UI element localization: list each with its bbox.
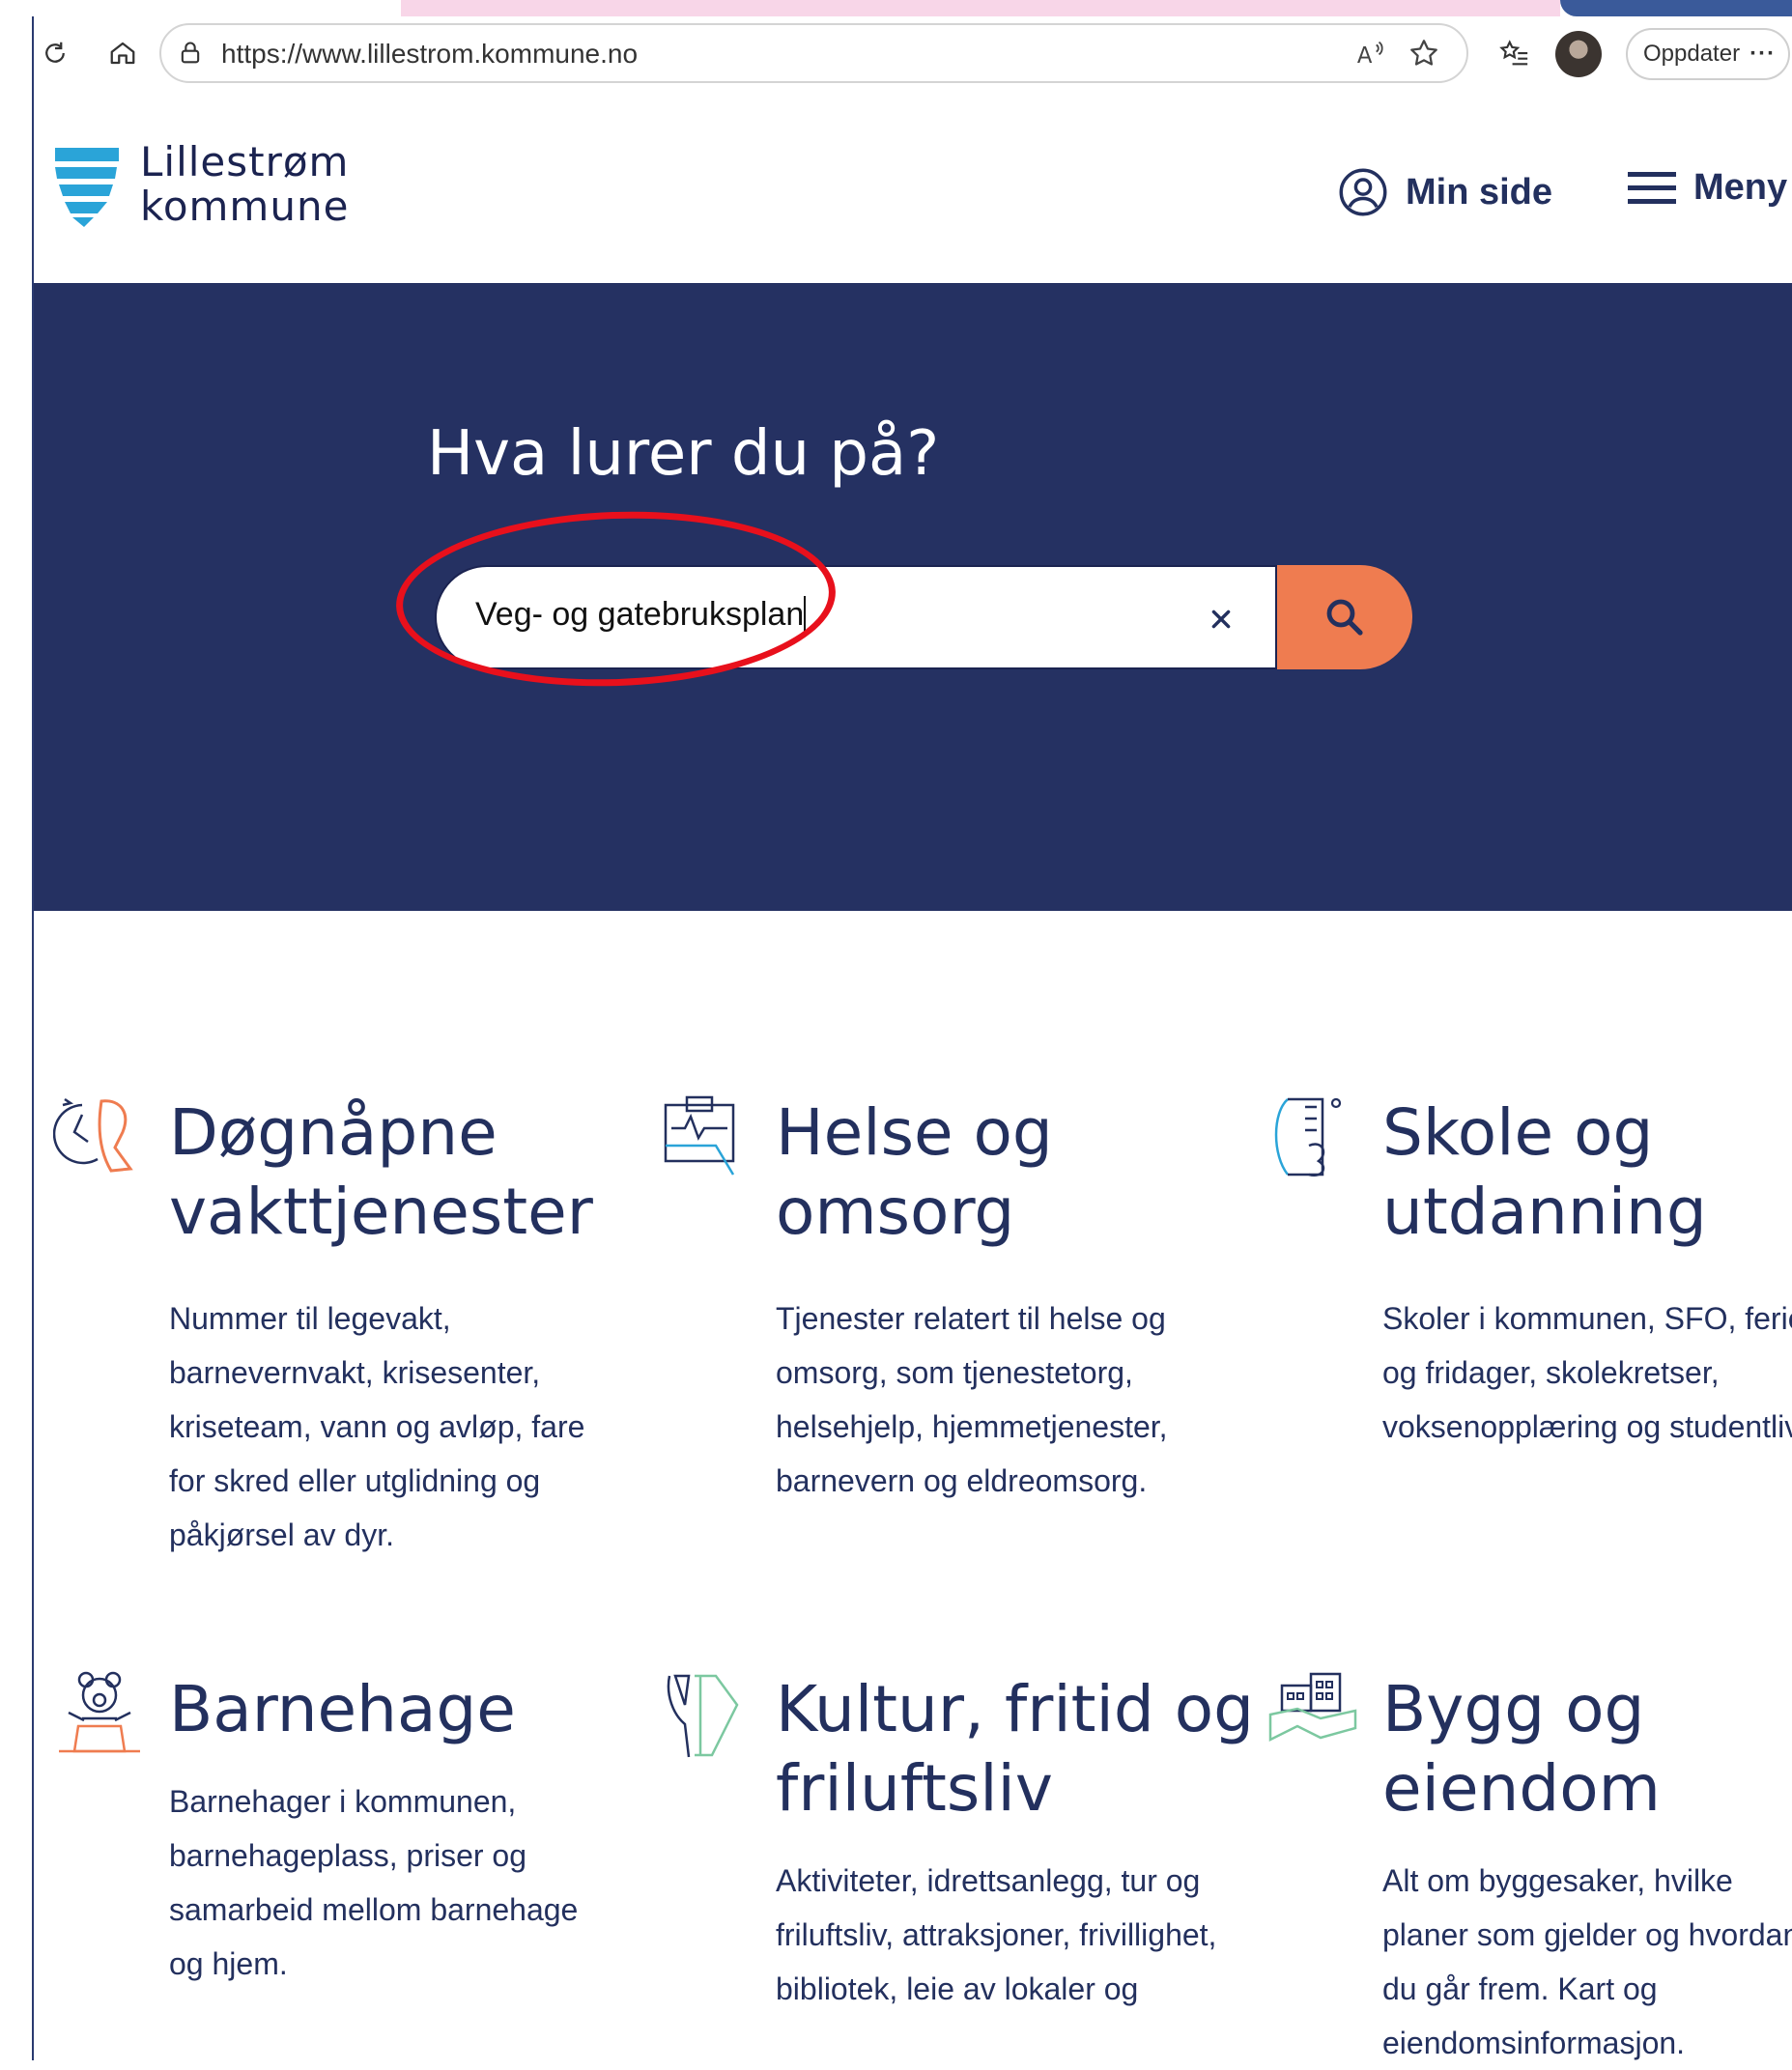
text-caret: [804, 596, 807, 633]
category-description: Alt om byggesaker, hvilke planer som gje…: [1382, 1863, 1792, 2060]
browser-window: https://www.lillestrom.kommune.no A Oppd…: [32, 16, 1792, 2060]
tab-strip: [401, 0, 1560, 16]
window-top-strip: [0, 0, 1792, 16]
logo-line2: kommune: [140, 183, 350, 230]
svg-text:A: A: [1357, 43, 1373, 69]
clear-search-icon[interactable]: [1200, 598, 1242, 640]
min-side-link[interactable]: Min side: [1338, 167, 1552, 217]
category-description: Aktiviteter, idrettsanlegg, tur og frilu…: [776, 1863, 1217, 2006]
browser-toolbar: https://www.lillestrom.kommune.no A Oppd…: [34, 16, 1792, 91]
logo-line1: Lillestrøm: [140, 138, 350, 185]
search-text: Veg- og gatebruksplan: [475, 596, 805, 633]
category-description: Nummer til legevakt, barnevernvakt, kris…: [169, 1301, 585, 1552]
more-dots-icon: ···: [1749, 41, 1777, 67]
menu-button[interactable]: Meny: [1628, 167, 1787, 209]
category-title[interactable]: Skole og utdanning: [1382, 1093, 1792, 1252]
buildings-map-icon: [1266, 1670, 1359, 1768]
category-title[interactable]: Helse og omsorg: [776, 1093, 1259, 1252]
logo-text[interactable]: Lillestrøm kommune: [140, 140, 349, 229]
category-description: Skoler i kommunen, SFO, ferie og fridage…: [1382, 1301, 1792, 1444]
teddy-bear-icon: [53, 1670, 146, 1768]
category-title[interactable]: Bygg og eiendom: [1382, 1670, 1792, 1829]
refresh-icon[interactable]: [34, 32, 76, 74]
lock-icon[interactable]: [177, 40, 204, 71]
favorite-star-icon[interactable]: [1408, 37, 1440, 74]
hero-search-section: Hva lurer du på? Veg- og gatebruksplan: [34, 283, 1792, 911]
search-button[interactable]: [1277, 565, 1412, 669]
favorites-list-icon[interactable]: [1493, 32, 1535, 74]
home-icon[interactable]: [101, 32, 144, 74]
culture-flag-icon: [660, 1670, 747, 1768]
site-header: Lillestrøm kommune Min side Meny: [34, 90, 1792, 283]
min-side-label: Min side: [1406, 171, 1553, 213]
search-input[interactable]: Veg- og gatebruksplan: [435, 565, 1277, 669]
profile-avatar[interactable]: [1555, 31, 1602, 77]
category-description: Tjenester relatert til helse og omsorg, …: [776, 1301, 1168, 1498]
search-icon: [1326, 599, 1363, 636]
lillestrom-shield-icon[interactable]: [53, 146, 121, 232]
search-input-value[interactable]: Veg- og gatebruksplan: [475, 596, 807, 634]
school-book-icon: [1266, 1093, 1353, 1195]
clock-person-icon: [52, 1093, 140, 1195]
read-aloud-icon[interactable]: A: [1354, 37, 1387, 74]
url-text[interactable]: https://www.lillestrom.kommune.no: [221, 39, 638, 70]
update-button[interactable]: Oppdater ···: [1626, 28, 1790, 80]
menu-label: Meny: [1693, 167, 1788, 208]
update-label: Oppdater: [1643, 41, 1741, 67]
hero-title: Hva lurer du på?: [427, 418, 940, 490]
hamburger-icon: [1628, 171, 1676, 204]
category-title[interactable]: Barnehage: [169, 1670, 652, 1749]
category-title[interactable]: Døgnåpne vakttjenester: [169, 1093, 652, 1252]
window-accent: [1560, 0, 1792, 16]
health-clipboard-icon: [660, 1093, 747, 1195]
category-description: Barnehager i kommunen, barnehageplass, p…: [169, 1784, 579, 1981]
category-title[interactable]: Kultur, fritid og friluftsliv: [776, 1670, 1259, 1829]
address-bar[interactable]: https://www.lillestrom.kommune.no A: [159, 23, 1468, 83]
user-circle-icon: [1339, 168, 1387, 216]
